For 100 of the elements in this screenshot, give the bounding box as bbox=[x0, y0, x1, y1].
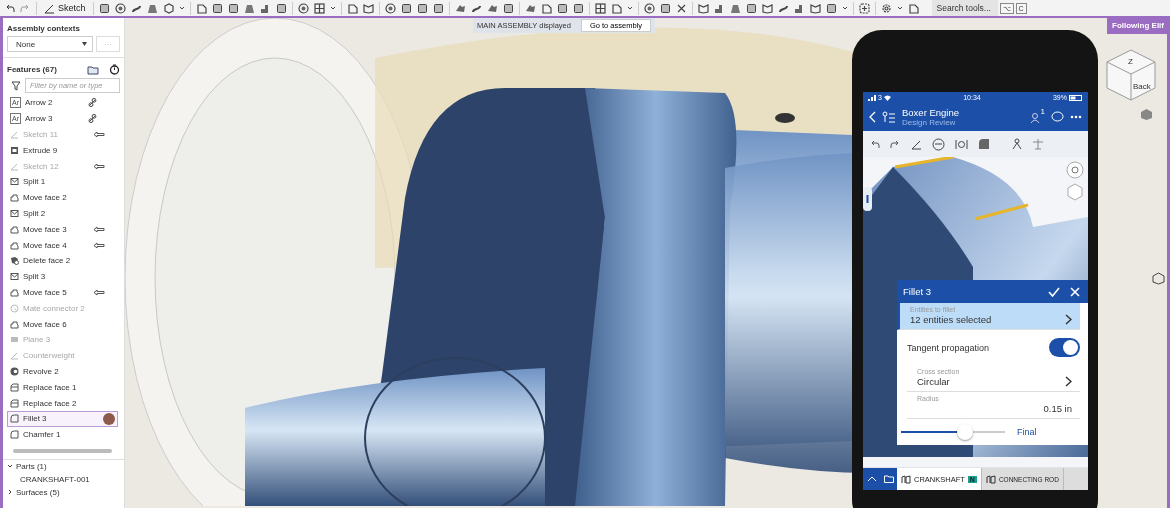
rollback-arrow-icon bbox=[93, 288, 105, 296]
feature-list-icon bbox=[882, 111, 896, 123]
redo-icon bbox=[890, 138, 901, 150]
tool-icon bbox=[556, 2, 568, 14]
tool-icon bbox=[275, 2, 287, 14]
scale-icon bbox=[1032, 138, 1044, 150]
tool-icon bbox=[313, 2, 325, 14]
tool-icon bbox=[502, 2, 514, 14]
tool-icon bbox=[146, 2, 158, 14]
feature-item[interactable]: Chamfer 1 bbox=[7, 426, 118, 443]
notification-count: 1 bbox=[1040, 107, 1045, 116]
rollback-arrow-icon bbox=[93, 225, 105, 233]
caret-icon bbox=[329, 5, 336, 11]
slider-handle-icon bbox=[863, 187, 872, 211]
checkmark-icon bbox=[1048, 286, 1060, 297]
following-label: Following Elif bbox=[1107, 18, 1167, 34]
tool-icon bbox=[540, 2, 552, 14]
tool-icon bbox=[907, 2, 919, 14]
tool-icon bbox=[114, 2, 126, 14]
stopwatch-icon bbox=[109, 64, 120, 75]
tool-icon bbox=[809, 2, 821, 14]
tool-icon bbox=[761, 2, 773, 14]
tool-icon bbox=[400, 2, 412, 14]
tool-icon bbox=[432, 2, 444, 14]
folder-icon bbox=[883, 475, 894, 483]
part-item[interactable]: CRANKSHAFT-001 bbox=[3, 472, 124, 486]
link-icon bbox=[88, 98, 97, 108]
split-icon bbox=[10, 272, 19, 282]
slider-thumb[interactable] bbox=[957, 424, 974, 440]
feature-item[interactable]: Move face 5 bbox=[7, 284, 118, 301]
tool-icon bbox=[572, 2, 584, 14]
dialog-title: Fillet 3 bbox=[903, 286, 932, 297]
revolve-icon bbox=[10, 366, 19, 376]
chevron-down-icon bbox=[7, 463, 13, 470]
tree-group[interactable]: Parts (1) bbox=[3, 459, 124, 473]
tool-icon bbox=[745, 2, 757, 14]
tool-icon bbox=[793, 2, 805, 14]
slider-track[interactable] bbox=[901, 423, 1005, 441]
cube-icon bbox=[1152, 272, 1165, 285]
feature-item[interactable]: Replace face 2 bbox=[7, 395, 118, 411]
cube-icon bbox=[1140, 108, 1153, 121]
undo-icon bbox=[4, 2, 15, 14]
context-select[interactable]: None bbox=[7, 36, 93, 52]
user-icon bbox=[1029, 111, 1041, 123]
document-title: Boxer Engine bbox=[902, 107, 961, 118]
feature-item[interactable]: Delete face 2 bbox=[7, 252, 118, 269]
pencil-icon bbox=[10, 351, 19, 361]
pencil-icon bbox=[10, 161, 19, 171]
tool-icon bbox=[825, 2, 837, 14]
feature-item[interactable]: Fillet 3 bbox=[7, 410, 118, 427]
feature-item[interactable]: Split 3 bbox=[7, 268, 118, 285]
tool-icon bbox=[346, 2, 358, 14]
tool-icon bbox=[454, 2, 466, 14]
delete-face-icon bbox=[10, 256, 19, 266]
feature-item[interactable]: Revolve 2 bbox=[7, 363, 118, 380]
tool-icon bbox=[297, 2, 309, 14]
extrude-icon bbox=[10, 145, 19, 155]
tool-icon bbox=[524, 2, 536, 14]
feature-item[interactable]: Move face 3 bbox=[7, 221, 118, 238]
feature-item[interactable]: Move face 6 bbox=[7, 316, 118, 332]
scrollbar[interactable] bbox=[13, 448, 112, 453]
tool-icon bbox=[362, 2, 374, 14]
tool-icon bbox=[98, 2, 110, 14]
tool-icon bbox=[858, 2, 870, 14]
tool-icon bbox=[880, 2, 892, 14]
sketch-button[interactable]: Sketch bbox=[42, 0, 88, 16]
feature-item[interactable]: Extrude 9 bbox=[7, 142, 118, 159]
chevron-right-icon bbox=[7, 489, 13, 496]
hand-icon bbox=[10, 319, 19, 329]
hand-icon bbox=[10, 193, 19, 203]
chevron-right-icon bbox=[1065, 314, 1072, 325]
mate-connector-icon bbox=[10, 303, 19, 313]
tree-group[interactable]: Surfaces (5) bbox=[3, 485, 124, 499]
rollback-arrow-icon bbox=[93, 241, 105, 249]
feature-item[interactable]: Split 1 bbox=[7, 174, 118, 190]
rollback-arrow-icon bbox=[93, 131, 105, 138]
feature-item[interactable]: Move face 2 bbox=[7, 189, 118, 206]
close-icon bbox=[1070, 286, 1080, 297]
plane-icon bbox=[10, 335, 19, 345]
fillet-icon bbox=[978, 138, 990, 150]
feature-item[interactable]: Move face 4 bbox=[7, 237, 118, 253]
feature-item[interactable]: Split 2 bbox=[7, 205, 118, 222]
cube-icon bbox=[1066, 183, 1084, 201]
tangent-label: Tangent propagation bbox=[907, 342, 990, 353]
pencil-icon bbox=[10, 130, 19, 139]
tool-icon bbox=[659, 2, 671, 14]
tangent-toggle[interactable] bbox=[1049, 338, 1080, 357]
search-tools-field[interactable]: Search tools... bbox=[931, 0, 998, 16]
feature-item[interactable]: Replace face 1 bbox=[7, 379, 118, 396]
tool-icon bbox=[259, 2, 271, 14]
caret-icon bbox=[178, 5, 185, 11]
split-icon bbox=[10, 208, 19, 218]
chevron-right-icon bbox=[1065, 376, 1072, 387]
tool-icon bbox=[384, 2, 396, 14]
tool-icon bbox=[697, 2, 709, 14]
filter-icon bbox=[11, 80, 21, 91]
more-icon bbox=[1070, 115, 1082, 119]
tool-icon bbox=[594, 2, 606, 14]
part-icon bbox=[901, 474, 911, 484]
part-icon bbox=[985, 474, 996, 484]
